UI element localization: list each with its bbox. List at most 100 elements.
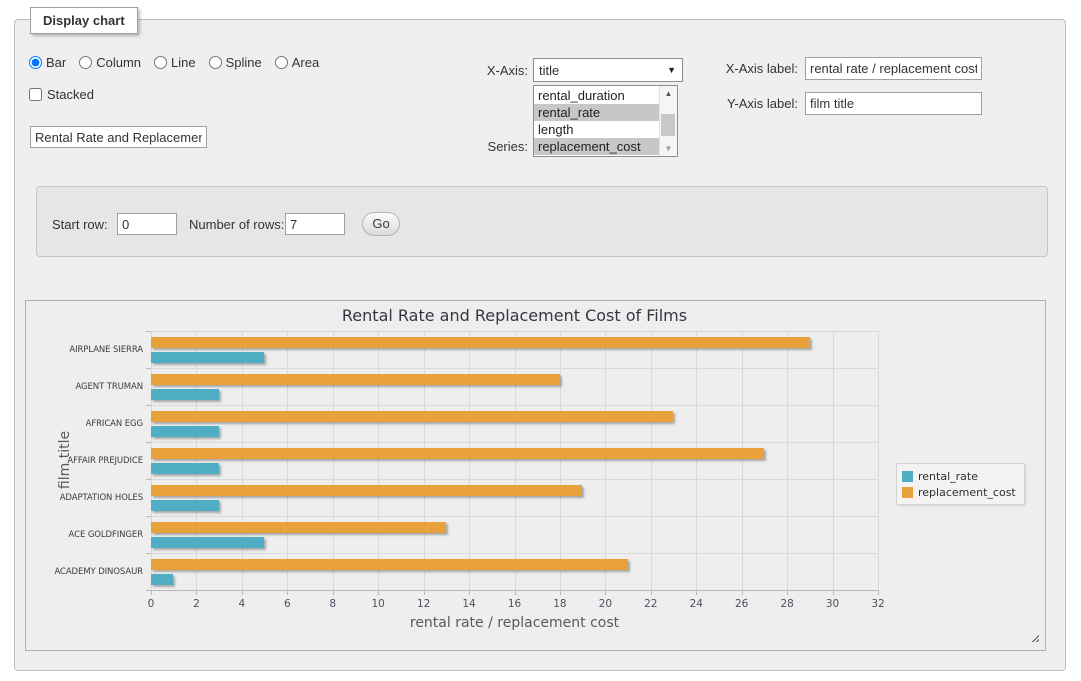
radio-column[interactable] (79, 56, 92, 69)
chart-title-input[interactable] (30, 126, 207, 148)
radio-line[interactable] (154, 56, 167, 69)
category-tick (146, 479, 151, 480)
series-option-length[interactable]: length (534, 121, 659, 138)
chart-type-option-line[interactable]: Line (154, 55, 196, 70)
x-axis-line (146, 590, 879, 591)
x-axis-tick (651, 591, 652, 595)
series-listbox[interactable]: rental_durationrental_ratelengthreplacem… (533, 85, 678, 157)
category-label: AIRPLANE SIERRA (26, 345, 143, 355)
x-axis-tick (196, 591, 197, 595)
radio-bar[interactable] (29, 56, 42, 69)
chart-type-option-column[interactable]: Column (79, 55, 141, 70)
x-axis-select[interactable]: title ▼ (533, 58, 683, 82)
y-axis-label-input[interactable] (805, 92, 982, 115)
gridline-y (151, 479, 878, 480)
radio-label: Area (292, 55, 319, 70)
stacked-checkbox[interactable] (29, 88, 42, 101)
gridline-x (469, 331, 470, 590)
series-option-rental_rate[interactable]: rental_rate (534, 104, 659, 121)
number-of-rows-input[interactable] (285, 213, 345, 235)
gridline-x (378, 331, 379, 590)
x-tick-label: 10 (363, 598, 393, 610)
x-axis-label-field-label: X-Axis label: (698, 61, 798, 76)
bar-replacement_cost (151, 522, 446, 533)
x-axis-tick (424, 591, 425, 595)
page: { "panel": { "legend": "Display chart" }… (0, 0, 1081, 681)
series-scrollbar[interactable]: ▲ ▼ (659, 86, 677, 156)
x-tick-label: 24 (681, 598, 711, 610)
radio-label: Bar (46, 55, 66, 70)
bar-replacement_cost (151, 411, 673, 422)
x-axis-tick (878, 591, 879, 595)
category-labels: AIRPLANE SIERRAAGENT TRUMANAFRICAN EGGAF… (26, 331, 143, 590)
x-axis-label-input[interactable] (805, 57, 982, 80)
x-axis-tick (605, 591, 606, 595)
category-label: AFFAIR PREJUDICE (26, 456, 143, 466)
gridline-y (151, 405, 878, 406)
gridline-x (333, 331, 334, 590)
go-button[interactable]: Go (362, 212, 400, 236)
legend-swatch-icon (902, 471, 913, 482)
x-tick-label: 30 (818, 598, 848, 610)
series-option-replacement_cost[interactable]: replacement_cost (534, 138, 659, 155)
x-tick-label: 0 (136, 598, 166, 610)
category-tick (146, 442, 151, 443)
stacked-checkbox-row[interactable]: Stacked (29, 87, 94, 102)
scroll-down-icon[interactable]: ▼ (660, 141, 677, 156)
x-axis-tick (287, 591, 288, 595)
bar-replacement_cost (151, 448, 764, 459)
start-row-input[interactable] (117, 213, 177, 235)
legend-item-rental_rate[interactable]: rental_rate (902, 468, 1016, 484)
chart-legend: rental_rate replacement_cost (896, 463, 1025, 505)
chevron-down-icon: ▼ (667, 65, 676, 75)
x-tick-label: 8 (318, 598, 348, 610)
gridline-x (742, 331, 743, 590)
x-axis-tick (333, 591, 334, 595)
category-tick (146, 516, 151, 517)
scroll-up-icon[interactable]: ▲ (660, 86, 677, 101)
radio-label: Spline (226, 55, 262, 70)
series-field-label: Series: (450, 139, 528, 154)
radio-spline[interactable] (209, 56, 222, 69)
legend-label: rental_rate (918, 470, 978, 483)
category-label: ACADEMY DINOSAUR (26, 567, 143, 577)
radio-area[interactable] (275, 56, 288, 69)
x-tick-label: 16 (500, 598, 530, 610)
radio-label: Column (96, 55, 141, 70)
chart-type-option-spline[interactable]: Spline (209, 55, 262, 70)
resize-grip-icon[interactable] (1029, 632, 1039, 642)
x-axis-tick (696, 591, 697, 595)
gridline-x (196, 331, 197, 590)
gridline-x (515, 331, 516, 590)
legend-label: replacement_cost (918, 486, 1016, 499)
scrollbar-thumb[interactable] (661, 114, 675, 136)
chart-x-axis-title: rental rate / replacement cost (151, 615, 878, 631)
bar-replacement_cost (151, 374, 560, 385)
series-option-rental_duration[interactable]: rental_duration (534, 87, 659, 104)
category-label: ACE GOLDFINGER (26, 530, 143, 540)
gridline-x (151, 331, 152, 590)
number-of-rows-label: Number of rows: (189, 217, 284, 232)
gridline-x (787, 331, 788, 590)
chart-type-option-area[interactable]: Area (275, 55, 319, 70)
gridline-y (151, 553, 878, 554)
x-axis-tick (560, 591, 561, 595)
x-axis-field-label: X-Axis: (450, 63, 528, 78)
x-tick-label: 26 (727, 598, 757, 610)
bar-rental_rate (151, 389, 219, 400)
chart-type-radiogroup: Bar Column Line Spline Area (29, 55, 319, 70)
category-tick (146, 405, 151, 406)
x-tick-label: 28 (772, 598, 802, 610)
gridline-x (833, 331, 834, 590)
legend-swatch-icon (902, 487, 913, 498)
gridline-x (424, 331, 425, 590)
plot-area (151, 331, 878, 590)
fieldset-legend: Display chart (30, 7, 138, 34)
chart-type-option-bar[interactable]: Bar (29, 55, 66, 70)
legend-item-replacement_cost[interactable]: replacement_cost (902, 484, 1016, 500)
bar-rental_rate (151, 352, 264, 363)
bar-rental_rate (151, 500, 219, 511)
bar-rental_rate (151, 463, 219, 474)
bar-replacement_cost (151, 559, 628, 570)
category-tick (146, 590, 151, 591)
